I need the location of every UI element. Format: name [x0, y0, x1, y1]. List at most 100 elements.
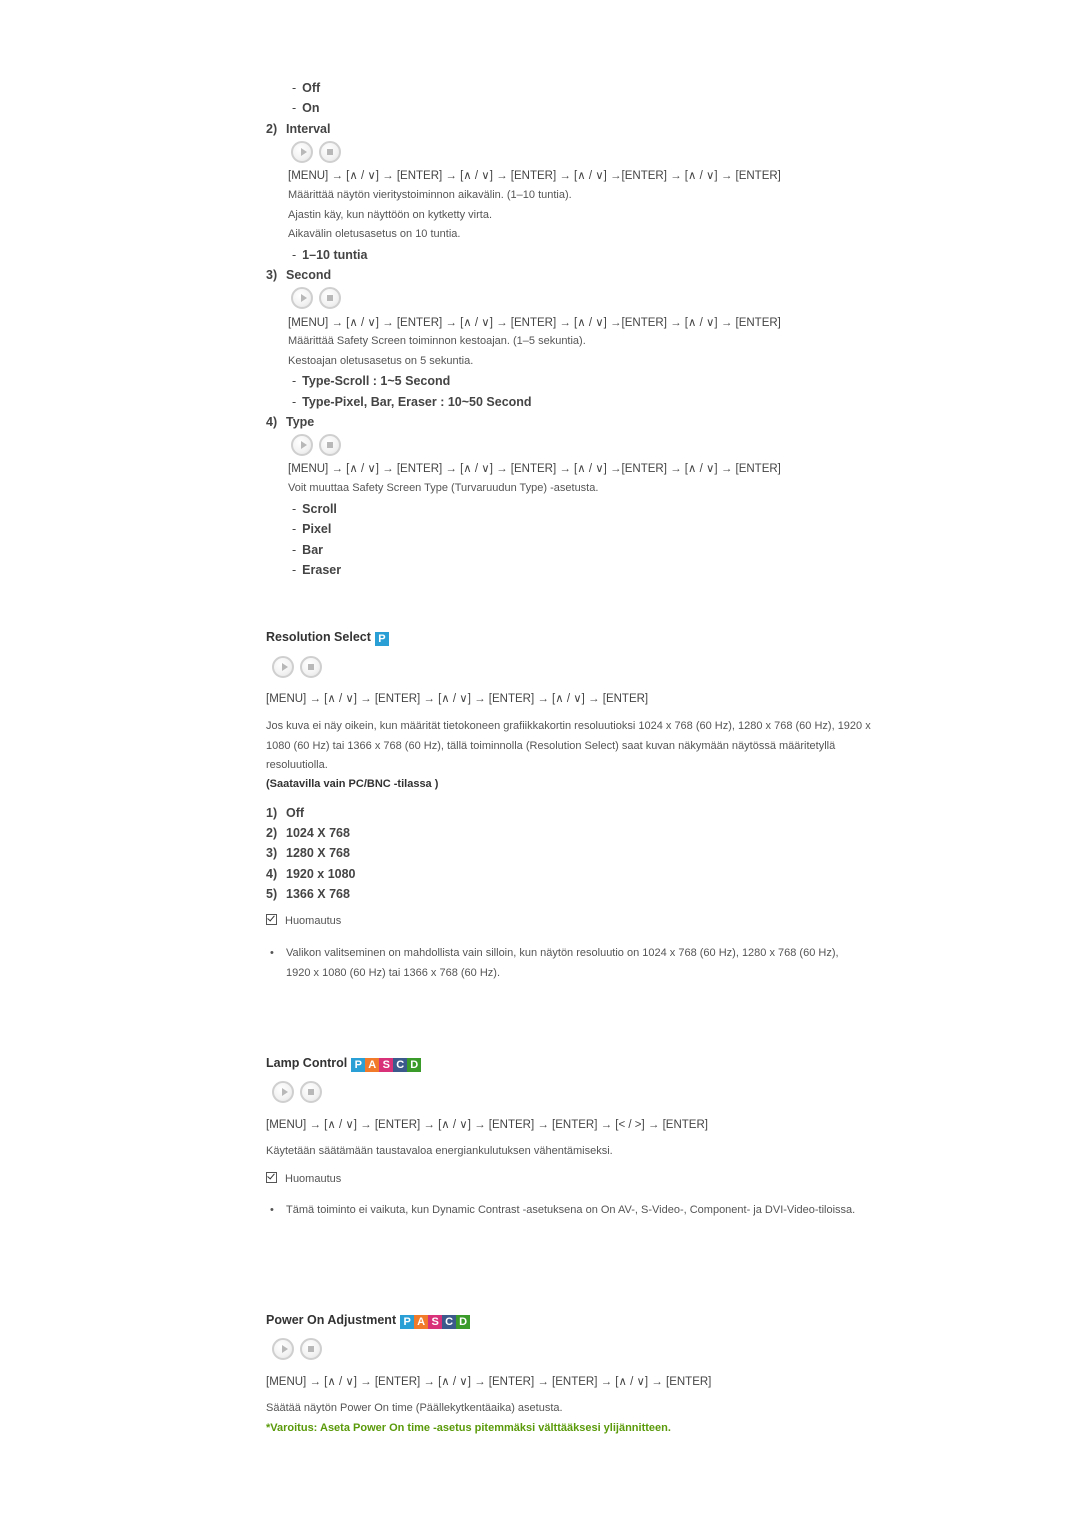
- play-icon[interactable]: [291, 434, 313, 456]
- option-label: On: [302, 101, 320, 115]
- option-item: - Scroll: [292, 502, 337, 516]
- option-item: - Type-Scroll : 1~5 Second: [292, 374, 451, 388]
- item-number: 2): [266, 122, 278, 136]
- warning-text: *Varoitus: Aseta Power On time -asetus p…: [266, 1422, 671, 1434]
- mode-badge-c: C: [442, 1315, 457, 1329]
- section-title: Power On Adjustment: [266, 1313, 397, 1327]
- option-item: - Eraser: [292, 563, 342, 577]
- mode-badge-a: A: [365, 1058, 380, 1072]
- resolution-select-title: Resolution Select P: [266, 630, 389, 646]
- description: Määrittää Safety Screen toiminnon kestoa…: [288, 335, 586, 347]
- option-label: Eraser: [302, 563, 342, 577]
- item-number: 1): [266, 806, 278, 820]
- play-icon[interactable]: [291, 287, 313, 309]
- resolution-option: 4) 1920 x 1080: [266, 867, 356, 881]
- option-off: - Off: [292, 81, 321, 95]
- note-heading: Huomautus: [266, 1172, 341, 1185]
- menu-path: [MENU] → [∧ / ∨] → [ENTER] → [∧ / ∨] → […: [288, 463, 781, 475]
- lamp-control-title: Lamp Control PASCD: [266, 1056, 422, 1072]
- menu-path: [MENU] → [∧ / ∨] → [ENTER] → [∧ / ∨] → […: [266, 1376, 712, 1388]
- resolution-option: 2) 1024 X 768: [266, 826, 350, 840]
- note-label: Huomautus: [285, 1173, 342, 1185]
- stop-icon[interactable]: [300, 1081, 322, 1103]
- description: Aikavälin oletusasetus on 10 tuntia.: [288, 228, 461, 240]
- option-label: Off: [286, 806, 305, 820]
- mode-badge-s: S: [428, 1315, 443, 1329]
- stop-icon[interactable]: [300, 1338, 322, 1360]
- item-number: 4): [266, 415, 278, 429]
- menu-path: [MENU] → [∧ / ∨] → [ENTER] → [∧ / ∨] → […: [288, 170, 781, 182]
- description: Säätää näytön Power On time (Päällekytke…: [266, 1402, 563, 1414]
- menu-path: [MENU] → [∧ / ∨] → [ENTER] → [∧ / ∨] → […: [288, 317, 781, 329]
- option-item: - Bar: [292, 543, 324, 557]
- resolution-option: 3) 1280 X 768: [266, 846, 350, 860]
- description: Voit muuttaa Safety Screen Type (Turvaru…: [288, 482, 599, 494]
- description: Määrittää näytön vieritystoiminnon aikav…: [288, 189, 572, 201]
- description: Käytetään säätämään taustavaloa energian…: [266, 1145, 613, 1157]
- option-label: Off: [302, 81, 321, 95]
- mode-badge-p: P: [351, 1058, 366, 1072]
- remote-icons: [291, 287, 341, 309]
- remote-icons: [291, 434, 341, 456]
- option-item: -1–10 tuntia: [292, 248, 368, 262]
- section-title: Resolution Select: [266, 630, 371, 644]
- option-label: 1–10 tuntia: [302, 248, 368, 262]
- note-bullet: Tämä toiminto ei vaikuta, kun Dynamic Co…: [266, 1201, 866, 1221]
- manual-page: - Off - On 2) Interval [MENU] → [∧ / ∨] → […: [0, 0, 1080, 1528]
- mode-badge-s: S: [379, 1058, 394, 1072]
- option-label: Type-Scroll : 1~5 Second: [302, 374, 451, 388]
- mode-badges: P: [374, 632, 389, 646]
- type-heading: 4) Type: [266, 415, 314, 429]
- resolution-option: 1) Off: [266, 806, 304, 820]
- checkbox-icon: [266, 914, 277, 925]
- item-title: Second: [286, 268, 332, 282]
- mode-badges: PASCD: [400, 1315, 471, 1329]
- stop-icon[interactable]: [300, 656, 322, 678]
- item-title: Type: [286, 415, 315, 429]
- play-icon[interactable]: [272, 656, 294, 678]
- second-heading: 3) Second: [266, 268, 331, 282]
- note-label: Huomautus: [285, 915, 342, 927]
- stop-icon[interactable]: [319, 141, 341, 163]
- play-icon[interactable]: [272, 1081, 294, 1103]
- option-label: 1920 x 1080: [286, 867, 356, 881]
- stop-icon[interactable]: [319, 434, 341, 456]
- play-icon[interactable]: [272, 1338, 294, 1360]
- play-icon[interactable]: [291, 141, 313, 163]
- power-on-adjustment-title: Power On Adjustment PASCD: [266, 1313, 471, 1329]
- availability-note: (Saatavilla vain PC/BNC -tilassa ): [266, 778, 439, 790]
- mode-badge-d: D: [456, 1315, 471, 1329]
- item-number: 5): [266, 887, 278, 901]
- description: Jos kuva ei näy oikein, kun määrität tie…: [266, 720, 871, 771]
- remote-icons: [272, 656, 322, 678]
- menu-path: [MENU] → [∧ / ∨] → [ENTER] → [∧ / ∨] → […: [266, 1119, 708, 1131]
- item-number: 3): [266, 846, 278, 860]
- item-title: Interval: [286, 122, 331, 136]
- mode-badge-a: A: [414, 1315, 429, 1329]
- option-label: Bar: [302, 543, 324, 557]
- checkbox-icon: [266, 1172, 277, 1183]
- option-label: Pixel: [302, 522, 332, 536]
- mode-badge-p: P: [374, 632, 389, 646]
- stop-icon[interactable]: [319, 287, 341, 309]
- note-bullet: Valikon valitseminen on mahdollista vain…: [266, 944, 866, 983]
- option-item: - Type-Pixel, Bar, Eraser : 10~50 Second: [292, 395, 532, 409]
- section-title: Lamp Control: [266, 1056, 348, 1070]
- mode-badge-c: C: [393, 1058, 408, 1072]
- remote-icons: [291, 141, 341, 163]
- item-number: 4): [266, 867, 278, 881]
- description: Kestoajan oletusasetus on 5 sekuntia.: [288, 355, 474, 367]
- item-number: 3): [266, 268, 278, 282]
- option-on: - On: [292, 101, 320, 115]
- remote-icons: [272, 1338, 322, 1360]
- remote-icons: [272, 1081, 322, 1103]
- option-label: 1024 X 768: [286, 826, 350, 840]
- mode-badge-p: P: [400, 1315, 415, 1329]
- option-label: Scroll: [302, 502, 337, 516]
- option-label: 1366 X 768: [286, 887, 350, 901]
- interval-heading: 2) Interval: [266, 122, 330, 136]
- mode-badges: PASCD: [351, 1058, 422, 1072]
- option-label: 1280 X 768: [286, 846, 350, 860]
- item-number: 2): [266, 826, 278, 840]
- resolution-option: 5) 1366 X 768: [266, 887, 350, 901]
